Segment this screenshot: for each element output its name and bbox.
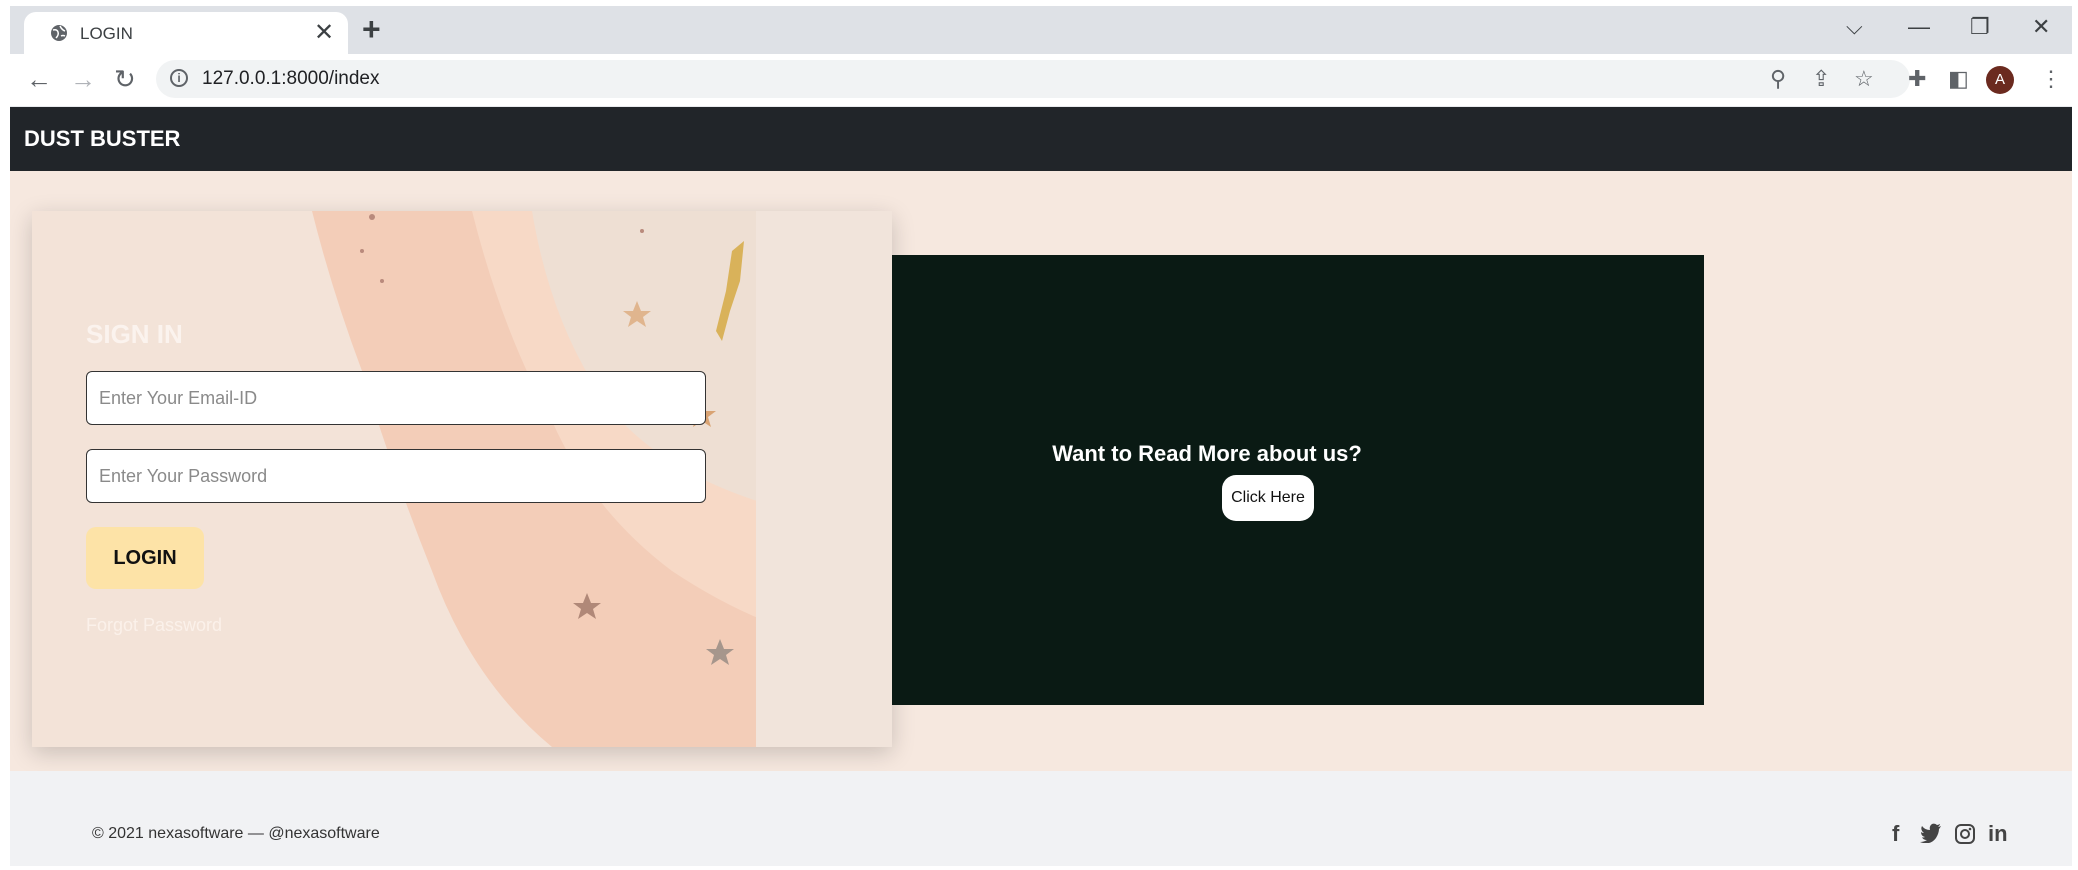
email-input[interactable] — [86, 371, 706, 425]
linkedin-icon[interactable]: in — [1988, 821, 2008, 847]
copyright-text: © 2021 nexasoftware — @nexasoftware — [92, 825, 380, 842]
minimize-icon[interactable]: — — [1908, 14, 1930, 40]
instagram-icon[interactable] — [1954, 823, 1976, 845]
extensions-icon[interactable]: ✚ — [1908, 66, 1926, 92]
promo-text: Want to Read More about us? — [1052, 441, 1362, 466]
tab-login[interactable]: LOGIN ✕ — [24, 12, 348, 54]
url-text[interactable]: 127.0.0.1:8000/index — [202, 68, 380, 90]
forward-icon: → — [70, 64, 96, 94]
profile-avatar[interactable]: A — [1986, 66, 2014, 94]
reload-icon[interactable]: ↻ — [114, 64, 136, 95]
tab-search-icon[interactable]: ⌵ — [1846, 14, 1863, 40]
menu-icon[interactable]: ⋮ — [2040, 66, 2062, 92]
navbar: DUST BUSTER — [10, 107, 2072, 171]
globe-icon — [51, 25, 67, 41]
address-toolbar: ← → ↻ i 127.0.0.1:8000/index ⚲ ⇪ ☆ ✚ ◧ A… — [10, 54, 2072, 107]
new-tab-button[interactable]: + — [362, 11, 381, 48]
sign-in-heading: SIGN IN — [86, 319, 183, 349]
address-bar[interactable]: i 127.0.0.1:8000/index — [156, 60, 1910, 98]
sidepanel-icon[interactable]: ◧ — [1948, 66, 1969, 92]
share-icon[interactable]: ⇪ — [1812, 66, 1830, 92]
click-here-button[interactable]: Click Here — [1222, 475, 1314, 521]
forgot-password-link[interactable]: Forgot Password — [86, 615, 222, 636]
close-window-icon[interactable]: ✕ — [2032, 14, 2050, 40]
login-button[interactable]: LOGIN — [86, 527, 204, 589]
promo-panel: Want to Read More about us? Click Here — [892, 255, 1704, 705]
zoom-icon[interactable]: ⚲ — [1770, 66, 1786, 92]
twitter-icon[interactable] — [1920, 823, 1942, 843]
facebook-icon[interactable]: f — [1892, 821, 1899, 847]
star-icon[interactable]: ☆ — [1854, 66, 1874, 92]
restore-icon[interactable]: ❐ — [1970, 14, 1990, 40]
page: DUST BUSTER SIGN IN Enter Your Email-ID … — [10, 107, 2072, 866]
info-icon[interactable]: i — [170, 69, 188, 87]
footer: © 2021 nexasoftware — @nexasoftware f in — [10, 771, 2072, 866]
tab-title: LOGIN — [80, 24, 133, 43]
tab-close-icon[interactable]: ✕ — [314, 18, 334, 47]
tab-strip: LOGIN ✕ + ⌵ — ❐ ✕ — [10, 6, 2072, 54]
password-input[interactable] — [86, 449, 706, 503]
brand-link[interactable]: DUST BUSTER — [24, 126, 180, 152]
login-card: SIGN IN LOGIN Forgot Password — [32, 211, 892, 747]
browser-window: LOGIN ✕ + ⌵ — ❐ ✕ ← → ↻ i 127.0.0.1:8000… — [10, 6, 2072, 866]
back-icon[interactable]: ← — [26, 64, 52, 95]
